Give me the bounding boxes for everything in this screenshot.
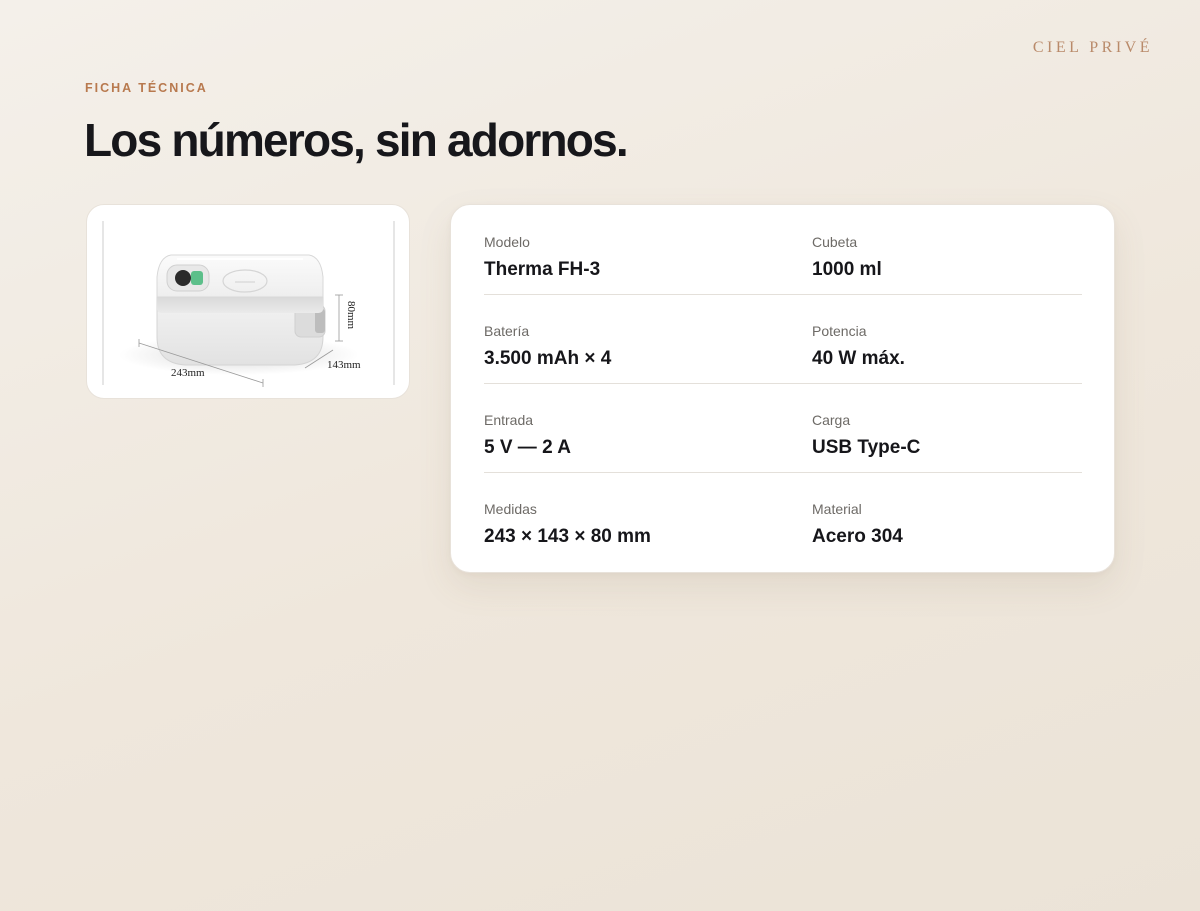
spec-row: Entrada 5 V — 2 A Carga USB Type-C [484, 383, 1082, 473]
status-light-icon [191, 271, 203, 285]
spec-item-dimensions: Medidas 243 × 143 × 80 mm [484, 501, 651, 548]
page-title: Los números, sin adornos. [84, 114, 629, 166]
spec-value: 40 W máx. [812, 348, 905, 369]
section-eyebrow: FICHA TÉCNICA [85, 81, 208, 95]
spec-item-power: Potencia 40 W máx. [812, 323, 905, 370]
brand-logo: CIEL PRIVÉ [1032, 39, 1153, 56]
dimension-label-length: 243mm [171, 367, 205, 379]
spec-value: USB Type-C [812, 437, 921, 458]
spec-label: Cubeta [812, 234, 858, 250]
spec-label: Medidas [484, 501, 537, 517]
spec-value: 1000 ml [812, 259, 882, 280]
dimension-label-height: 80mm [345, 301, 357, 330]
spec-label: Carga [812, 412, 851, 428]
spec-label: Potencia [812, 323, 867, 339]
spec-label: Entrada [484, 412, 534, 428]
spec-value: 5 V — 2 A [484, 437, 571, 458]
spec-value: Acero 304 [812, 526, 903, 547]
spec-card: Modelo Therma FH-3 Cubeta 1000 ml Baterí… [450, 204, 1115, 573]
dimension-label-width: 143mm [327, 359, 361, 371]
product-illustration: 243mm 143mm 80mm [102, 221, 395, 387]
spec-label: Material [812, 501, 862, 517]
spec-value: 3.500 mAh × 4 [484, 348, 612, 369]
spec-value: 243 × 143 × 80 mm [484, 526, 651, 547]
spec-value: Therma FH-3 [484, 259, 601, 280]
spec-item-input: Entrada 5 V — 2 A [484, 412, 571, 459]
spec-label: Modelo [484, 234, 530, 250]
lunchbox-seal-band [157, 297, 323, 313]
spec-item-capacity: Cubeta 1000 ml [812, 234, 882, 281]
product-image-card: 243mm 143mm 80mm [86, 204, 410, 399]
spec-label: Batería [484, 323, 530, 339]
power-button-icon [175, 270, 191, 286]
spec-item-charging: Carga USB Type-C [812, 412, 920, 459]
spec-item-material: Material Acero 304 [812, 501, 903, 548]
spec-item-model: Modelo Therma FH-3 [484, 234, 600, 281]
spec-item-battery: Batería 3.500 mAh × 4 [484, 323, 611, 370]
spec-row: Batería 3.500 mAh × 4 Potencia 40 W máx. [484, 294, 1082, 384]
spec-row: Medidas 243 × 143 × 80 mm Material Acero… [484, 472, 1082, 561]
spec-row: Modelo Therma FH-3 Cubeta 1000 ml [484, 205, 1082, 295]
